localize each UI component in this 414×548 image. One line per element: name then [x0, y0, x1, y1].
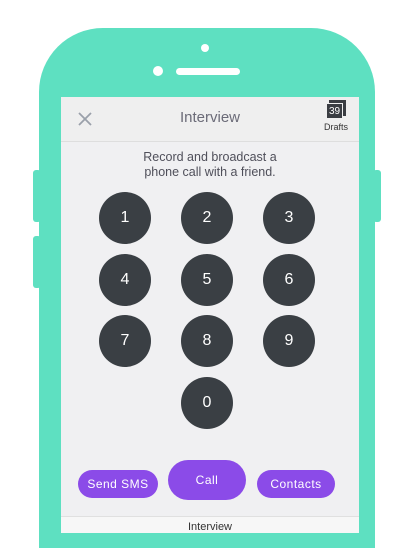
key-0[interactable]: 0: [181, 377, 233, 429]
key-5[interactable]: 5: [181, 254, 233, 306]
contacts-button[interactable]: Contacts: [257, 470, 335, 498]
key-1[interactable]: 1: [99, 192, 151, 244]
key-3[interactable]: 3: [263, 192, 315, 244]
key-2[interactable]: 2: [181, 192, 233, 244]
key-9[interactable]: 9: [263, 315, 315, 367]
front-camera: [153, 66, 163, 76]
key-6[interactable]: 6: [263, 254, 315, 306]
front-sensor: [201, 44, 209, 52]
earpiece-speaker: [176, 68, 240, 75]
instructions-text: Record and broadcast a phone call with a…: [61, 150, 359, 180]
send-sms-button[interactable]: Send SMS: [78, 470, 158, 498]
volume-down-button: [33, 236, 41, 288]
power-button: [373, 170, 381, 222]
footer-label: Interview: [61, 516, 359, 533]
instructions-line-1: Record and broadcast a: [143, 150, 277, 164]
key-8[interactable]: 8: [181, 315, 233, 367]
drafts-button[interactable]: 39 Drafts: [319, 100, 353, 138]
instructions-line-2: phone call with a friend.: [144, 165, 276, 179]
drafts-count: 39: [326, 103, 343, 119]
key-7[interactable]: 7: [99, 315, 151, 367]
page-title: Interview: [179, 109, 241, 126]
top-bar: Interview 39 Drafts: [61, 97, 359, 142]
volume-up-button: [33, 170, 41, 222]
drafts-label: Drafts: [323, 122, 348, 132]
call-button[interactable]: Call: [168, 460, 246, 500]
key-4[interactable]: 4: [99, 254, 151, 306]
drafts-icon: 39: [326, 100, 346, 119]
app-screen: Interview 39 Drafts Record and broadcast…: [61, 97, 359, 533]
